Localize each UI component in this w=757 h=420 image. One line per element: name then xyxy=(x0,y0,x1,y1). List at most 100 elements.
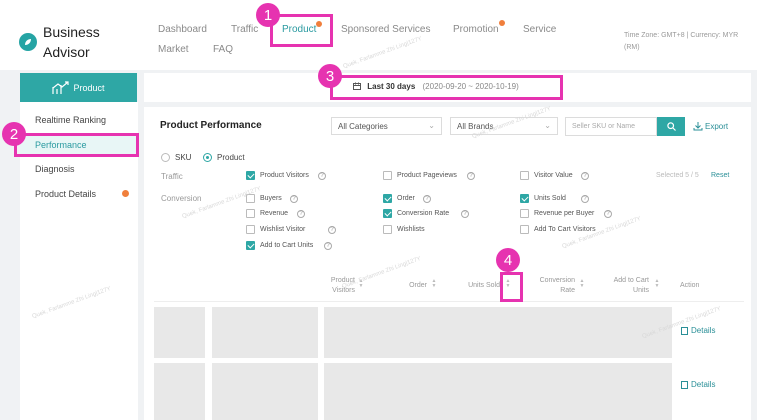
brand-line-1: Business xyxy=(43,24,100,40)
sidebar-item-realtime-ranking[interactable]: Realtime Ranking xyxy=(35,115,106,125)
nav-service[interactable]: Service xyxy=(523,24,556,35)
search-input[interactable]: Seller SKU or Name xyxy=(565,117,657,136)
brand-title[interactable]: Business Advisor xyxy=(43,22,100,62)
help-icon[interactable]: ? xyxy=(318,172,326,180)
nav-dashboard[interactable]: Dashboard xyxy=(158,24,207,35)
help-icon[interactable]: ? xyxy=(297,210,305,218)
metric-label-units-sold: Units Sold xyxy=(534,195,566,202)
radio-product-label: Product xyxy=(217,153,245,162)
panel-title: Product Performance xyxy=(160,120,262,131)
chevron-down-icon: ⌄ xyxy=(428,121,435,130)
checkbox-revenue-per-buyer[interactable] xyxy=(520,209,529,218)
column-header-line1: Add to Cart xyxy=(613,277,649,284)
conversion-group-label: Conversion xyxy=(161,194,202,203)
timezone-currency-info: Time Zone: GMT+8 | Currency: MYR (RM) xyxy=(624,30,752,54)
radio-sku-label: SKU xyxy=(175,153,192,162)
checkbox-product-visitors[interactable] xyxy=(246,171,255,180)
row-metrics-placeholder xyxy=(324,307,672,358)
column-header-line1: Units Sold xyxy=(468,282,500,289)
checkbox-conversion-rate[interactable] xyxy=(383,209,392,218)
checkbox-wishlist-visitor[interactable] xyxy=(246,225,255,234)
annotation-box-performance xyxy=(14,133,139,157)
category-select-value: All Categories xyxy=(338,122,388,131)
product-name-placeholder xyxy=(212,307,318,358)
annotation-badge-4: 4 xyxy=(496,248,520,272)
download-icon xyxy=(693,122,703,131)
annotation-box-units-sold-sort xyxy=(500,272,523,302)
sidebar-item-diagnosis[interactable]: Diagnosis xyxy=(35,164,75,174)
help-icon[interactable]: ? xyxy=(604,210,612,218)
row-details-link[interactable]: Details xyxy=(681,326,715,335)
help-icon[interactable]: ? xyxy=(423,195,431,203)
sort-icon[interactable]: ▲ ▼ xyxy=(579,279,585,289)
radio-sku[interactable] xyxy=(161,153,170,162)
help-icon[interactable]: ? xyxy=(328,226,336,234)
column-header-add-to-cart-units[interactable]: Add to Cart Units xyxy=(603,276,649,296)
nav-market[interactable]: Market xyxy=(158,44,189,55)
row-details-label: Details xyxy=(691,326,716,335)
checkbox-revenue[interactable] xyxy=(246,209,255,218)
help-icon[interactable]: ? xyxy=(581,172,589,180)
metric-label-wishlist-visitor: Wishlist Visitor xyxy=(260,226,306,233)
column-header-action: Action xyxy=(680,281,710,291)
row-details-link[interactable]: Details xyxy=(681,380,715,389)
timezone-line-2: (RM) xyxy=(624,44,640,51)
checkbox-add-to-cart-units[interactable] xyxy=(246,241,255,250)
metric-label-add-to-cart-units: Add to Cart Units xyxy=(260,242,314,249)
annotation-badge-3: 3 xyxy=(318,64,342,88)
brand-line-2: Advisor xyxy=(43,44,90,60)
checkbox-product-pageviews[interactable] xyxy=(383,171,392,180)
sort-icon[interactable]: ▲ ▼ xyxy=(431,279,437,289)
sidebar-header-product[interactable]: Product xyxy=(20,73,137,102)
metric-label-add-to-cart-visitors: Add To Cart Visitors xyxy=(534,226,596,233)
reset-link[interactable]: Reset xyxy=(711,172,729,179)
table-row xyxy=(154,363,674,420)
product-image-placeholder xyxy=(154,307,205,358)
search-icon xyxy=(666,122,676,131)
timezone-line-1: Time Zone: GMT+8 | Currency: MYR xyxy=(624,32,739,39)
checkbox-units-sold[interactable] xyxy=(520,194,529,203)
column-header-units-sold[interactable]: Units Sold xyxy=(462,281,500,291)
export-label: Export xyxy=(705,121,729,131)
annotation-box-product-nav xyxy=(270,14,333,47)
nav-promotion[interactable]: Promotion xyxy=(453,24,499,35)
metric-label-product-pageviews: Product Pageviews xyxy=(397,172,457,179)
help-icon[interactable]: ? xyxy=(581,195,589,203)
metric-label-buyers: Buyers xyxy=(260,195,282,202)
sidebar-item-product-details[interactable]: Product Details xyxy=(35,189,96,199)
table-header-divider xyxy=(154,301,744,302)
column-header-order[interactable]: Order xyxy=(400,281,427,291)
help-icon[interactable]: ? xyxy=(324,242,332,250)
traffic-group-label: Traffic xyxy=(161,172,183,181)
help-icon[interactable]: ? xyxy=(467,172,475,180)
chevron-down-icon: ⌄ xyxy=(544,121,551,130)
column-header-line1: Action xyxy=(680,282,700,289)
row-metrics-placeholder xyxy=(324,363,672,420)
promotion-notification-dot xyxy=(499,20,505,26)
product-name-placeholder xyxy=(212,363,318,420)
metric-label-wishlists: Wishlists xyxy=(397,226,425,233)
export-button[interactable]: Export xyxy=(693,121,728,131)
column-header-conversion-rate[interactable]: Conversion Rate xyxy=(528,276,575,296)
annotation-badge-2: 2 xyxy=(2,122,26,146)
nav-sponsored-services[interactable]: Sponsored Services xyxy=(341,24,431,35)
sort-icon[interactable]: ▲ ▼ xyxy=(654,279,660,289)
search-button[interactable] xyxy=(657,117,685,136)
metric-label-revenue: Revenue xyxy=(260,210,289,217)
radio-product[interactable] xyxy=(203,153,212,162)
details-icon xyxy=(681,380,688,389)
checkbox-add-to-cart-visitors[interactable] xyxy=(520,225,529,234)
nav-traffic[interactable]: Traffic xyxy=(231,24,258,35)
column-header-line1: Order xyxy=(409,282,427,289)
annotation-box-date-range xyxy=(330,75,563,100)
checkbox-wishlists[interactable] xyxy=(383,225,392,234)
category-select[interactable]: All Categories ⌄ xyxy=(331,117,442,135)
column-header-line2: Rate xyxy=(560,287,575,294)
help-icon[interactable]: ? xyxy=(461,210,469,218)
product-image-placeholder xyxy=(154,363,205,420)
help-icon[interactable]: ? xyxy=(290,195,298,203)
nav-faq[interactable]: FAQ xyxy=(213,44,233,55)
checkbox-order[interactable] xyxy=(383,194,392,203)
checkbox-visitor-value[interactable] xyxy=(520,171,529,180)
product-details-notification-dot xyxy=(122,190,129,197)
